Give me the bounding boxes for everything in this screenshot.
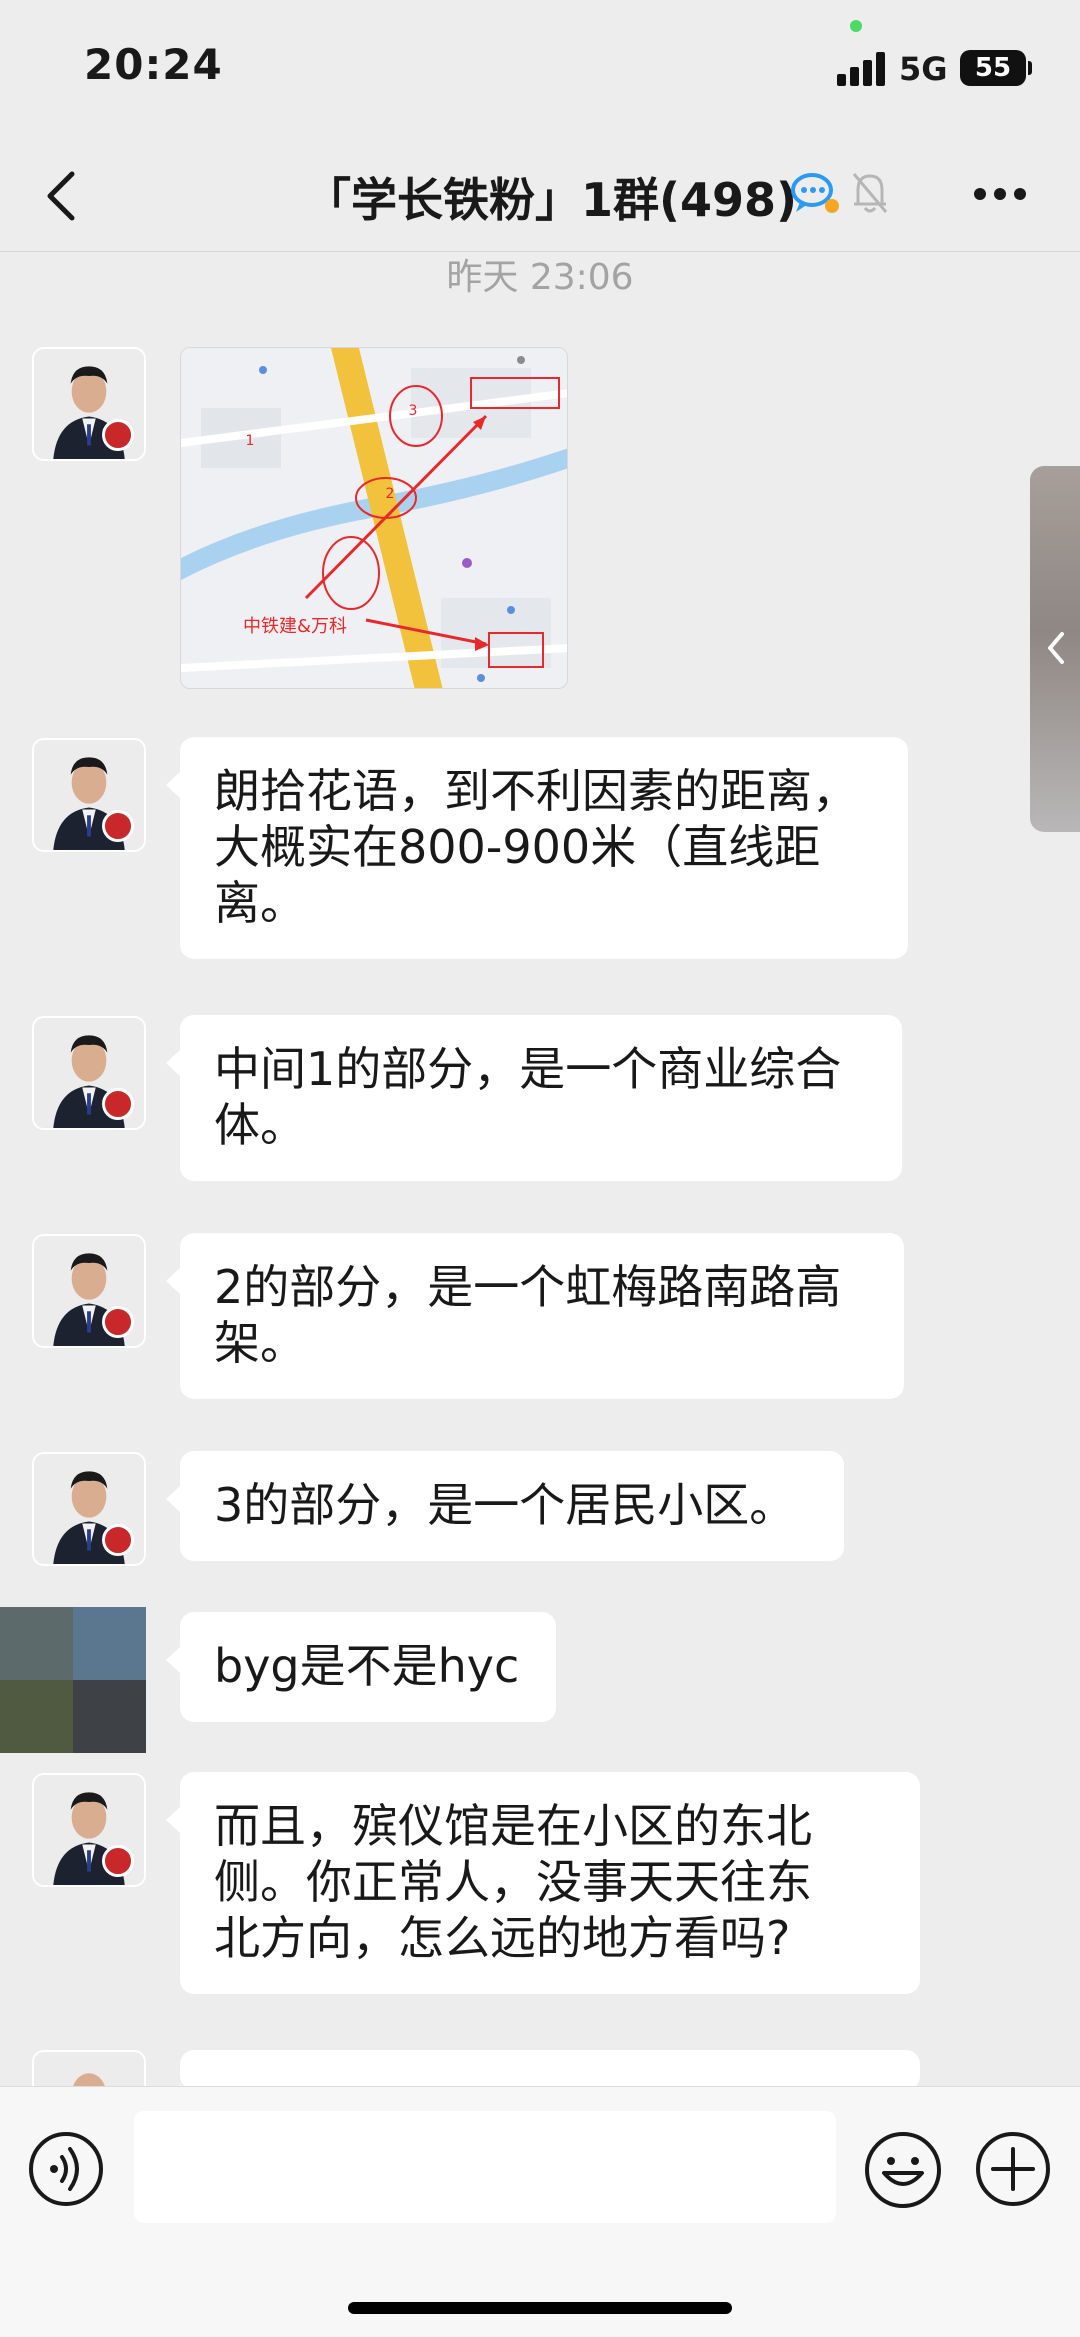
blurred-avatar[interactable] (0, 1607, 146, 1753)
more-dots-icon[interactable] (972, 186, 1028, 202)
map-mark-3: 3 (408, 403, 418, 419)
privacy-indicator-dot (850, 20, 862, 32)
avatar-badge (102, 1306, 134, 1338)
avatar-badge (102, 1524, 134, 1556)
map-image-message[interactable]: 1 2 3 中铁建&万科 (180, 347, 568, 689)
voice-icon[interactable] (28, 2131, 104, 2207)
message-line: 2的部分，是一个虹梅路南路高 (214, 1260, 842, 1314)
map-mark-2: 2 (385, 486, 395, 502)
network-type: 5G (899, 50, 948, 88)
map-caption: 中铁建&万科 (243, 616, 348, 637)
avatar-badge (102, 1088, 134, 1120)
chat-bubble-icon (791, 173, 839, 213)
message-line: byg是不是hyc (214, 1639, 520, 1693)
avatar-badge (102, 810, 134, 842)
message-line: 朗拾花语，到不利因素的距离， (214, 764, 858, 818)
message-bubble[interactable]: 中间1的部分，是一个商业综合 体。 (166, 1015, 902, 1181)
chevron-left-icon[interactable] (42, 168, 82, 224)
message-line: 体。 (214, 1098, 306, 1152)
battery-tip (1028, 61, 1032, 75)
map-image (181, 348, 567, 688)
avatar[interactable] (32, 1773, 146, 1887)
message-bubble[interactable]: 朗拾花语，到不利因素的距离， 大概实在800-900米（直线距 离。 (166, 737, 908, 959)
message-line: 架。 (214, 1316, 306, 1370)
message-line: 中间1的部分，是一个商业综合 (214, 1042, 842, 1096)
chat-header: 「学长铁粉」1群(498) (0, 140, 1080, 252)
bell-muted-icon (852, 173, 888, 213)
chevron-left-icon (1048, 632, 1064, 664)
battery-icon: 55 (960, 50, 1026, 86)
avatar-badge (102, 419, 134, 451)
signal-strength-icon (837, 52, 887, 86)
avatar-badge (102, 1845, 134, 1877)
avatar[interactable] (32, 347, 146, 461)
message-line: 而且，殡仪馆是在小区的东北 (214, 1799, 812, 1853)
message-line: 北方向，怎么远的地方看吗? (214, 1911, 791, 1965)
avatar[interactable] (32, 1234, 146, 1348)
message-bubble[interactable]: 3的部分，是一个居民小区。 (166, 1451, 844, 1561)
message-timestamp: 昨天 23:06 (446, 257, 634, 298)
side-panel-handle[interactable] (1030, 466, 1080, 832)
message-input-bar (0, 2086, 1080, 2337)
message-bubble-partial[interactable] (166, 2050, 920, 2112)
chat-title[interactable]: 「学长铁粉」1群(498) (305, 164, 797, 230)
message-line: 3的部分，是一个居民小区。 (214, 1478, 796, 1532)
avatar[interactable] (32, 1452, 146, 1566)
message-bubble[interactable]: byg是不是hyc (166, 1612, 556, 1722)
emoji-icon[interactable] (864, 2131, 942, 2209)
avatar[interactable] (32, 738, 146, 852)
home-indicator (348, 2302, 732, 2314)
message-line: 大概实在800-900米（直线距 (214, 820, 821, 874)
message-line: 侧。你正常人，没事天天往东 (214, 1855, 812, 1909)
message-line: 离。 (214, 876, 306, 930)
plus-icon[interactable] (975, 2131, 1051, 2207)
message-bubble[interactable]: 而且，殡仪馆是在小区的东北 侧。你正常人，没事天天往东 北方向，怎么远的地方看吗… (166, 1772, 920, 1994)
avatar[interactable] (32, 1016, 146, 1130)
status-time: 20:24 (84, 40, 223, 89)
message-input[interactable] (134, 2111, 836, 2223)
message-bubble[interactable]: 2的部分，是一个虹梅路南路高 架。 (166, 1233, 904, 1399)
status-bar: 20:24 5G 55 (0, 0, 1080, 140)
battery-level: 55 (974, 53, 1012, 83)
map-mark-1: 1 (245, 433, 255, 449)
